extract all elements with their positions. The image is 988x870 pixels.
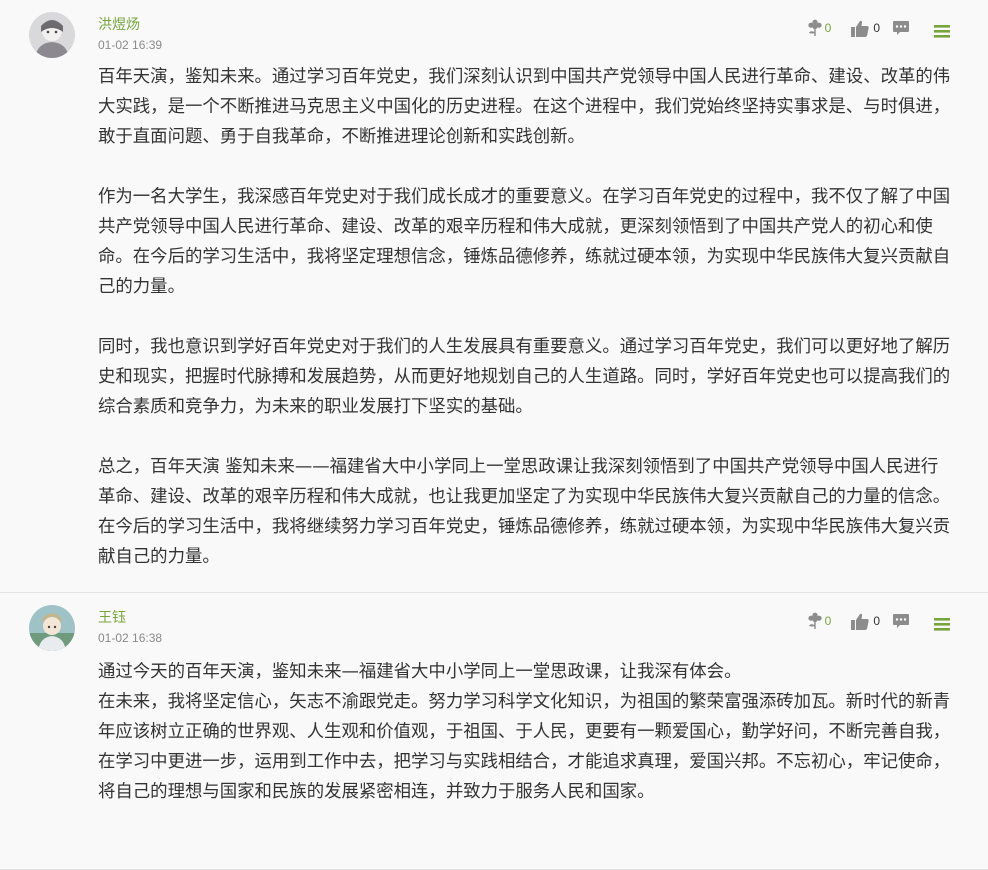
comment-paragraph: 同时，我也意识到学好百年党史对于我们的人生发展具有重要意义。通过学习百年党史，我… (98, 337, 951, 417)
comment-actions: 0 0 (807, 16, 950, 40)
flower-button[interactable]: 0 (807, 612, 832, 630)
flower-count: 0 (824, 614, 832, 628)
like-count: 0 (873, 21, 880, 35)
username[interactable]: 洪煜炀 (98, 14, 140, 34)
flower-button[interactable]: 0 (807, 19, 832, 37)
more-menu-button[interactable] (934, 617, 950, 631)
like-button[interactable]: 0 (851, 20, 880, 37)
comment-icon (892, 612, 910, 630)
comment-body: 百年天演，鉴知未来。通过学习百年党史，我们深刻认识到中国共产党领导中国人民进行革… (98, 62, 954, 572)
comment-paragraph: 在未来，我将坚定信心，矢志不渝跟党走。努力学习科学文化知识，为祖国的繁荣富强添砖… (98, 692, 951, 802)
comment-item: 王钰 01-02 16:38 0 0 通过今天的百年天演，鉴知未来—福建省大中小… (0, 593, 988, 870)
timestamp: 01-02 16:39 (98, 38, 163, 52)
comment-paragraph: 作为一名大学生，我深感百年党史对于我们成长成才的重要意义。在学习百年党史的过程中… (98, 187, 951, 297)
like-count: 0 (873, 614, 880, 628)
thumbs-up-icon (851, 613, 869, 630)
avatar[interactable] (29, 605, 75, 651)
comment-item: 洪煜炀 01-02 16:39 0 0 百年天演，鉴知未来。通过学习百年党史，我… (0, 0, 988, 593)
comment-actions: 0 0 (807, 609, 950, 633)
menu-icon (934, 24, 950, 38)
thumbs-up-icon (851, 20, 869, 37)
timestamp: 01-02 16:38 (98, 631, 163, 645)
more-menu-button[interactable] (934, 24, 950, 38)
comment-paragraph: 总之，百年天演 鉴知未来——福建省大中小学同上一堂思政课让我深刻领悟到了中国共产… (98, 457, 951, 567)
like-button[interactable]: 0 (851, 613, 880, 630)
comment-icon (892, 19, 910, 37)
flower-icon (807, 612, 823, 630)
comment-body: 通过今天的百年天演，鉴知未来—福建省大中小学同上一堂思政课，让我深有体会。 在未… (98, 657, 954, 807)
flower-count: 0 (824, 21, 832, 35)
avatar[interactable] (29, 12, 75, 58)
menu-icon (934, 617, 950, 631)
reply-button[interactable] (892, 612, 910, 630)
username[interactable]: 王钰 (98, 607, 126, 627)
comment-paragraph: 通过今天的百年天演，鉴知未来—福建省大中小学同上一堂思政课，让我深有体会。 (98, 662, 742, 682)
reply-button[interactable] (892, 19, 910, 37)
flower-icon (807, 19, 823, 37)
comment-paragraph: 百年天演，鉴知未来。通过学习百年党史，我们深刻认识到中国共产党领导中国人民进行革… (98, 67, 951, 147)
